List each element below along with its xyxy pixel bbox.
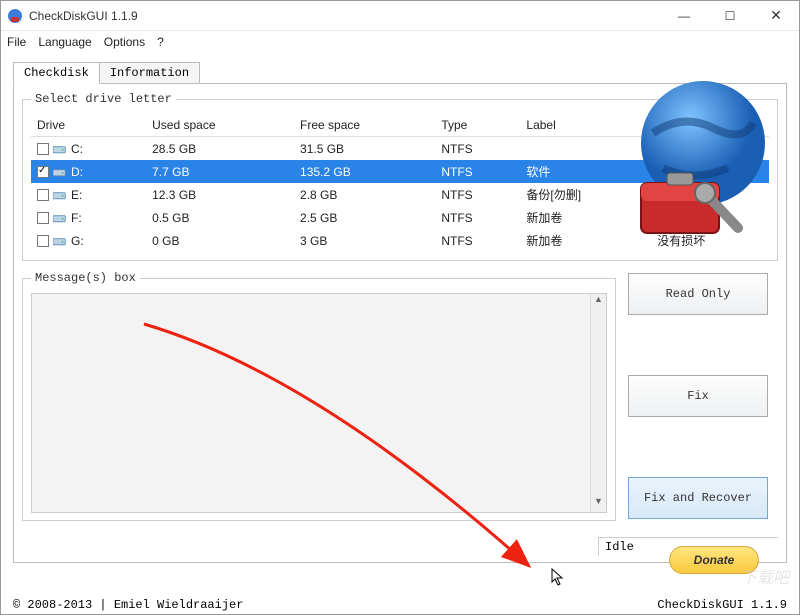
window-controls: — ☐ ✕: [661, 1, 799, 30]
titlebar: CheckDiskGUI 1.1.9 — ☐ ✕: [1, 1, 799, 31]
tab-information[interactable]: Information: [100, 62, 200, 84]
cell-used: 0 GB: [146, 229, 294, 252]
cursor-icon: [551, 568, 565, 588]
cell-type: NTFS: [435, 137, 520, 161]
footer-right: CheckDiskGUI 1.1.9: [657, 598, 787, 612]
menu-language[interactable]: Language: [38, 35, 91, 49]
message-scrollbar[interactable]: ▲ ▼: [590, 294, 606, 512]
app-icon: [7, 8, 23, 24]
tab-checkdisk[interactable]: Checkdisk: [13, 62, 100, 84]
close-button[interactable]: ✕: [753, 1, 799, 30]
footer-left: © 2008-2013 | Emiel Wieldraaijer: [13, 598, 243, 612]
drive-letter: C:: [71, 142, 83, 156]
cell-free: 2.8 GB: [294, 183, 435, 206]
menu-help[interactable]: ?: [157, 35, 164, 49]
fix-and-recover-button[interactable]: Fix and Recover: [628, 477, 768, 519]
disk-icon: [53, 167, 67, 177]
drive-letter: F:: [71, 211, 82, 225]
scroll-down-icon[interactable]: ▼: [591, 496, 606, 512]
column-header[interactable]: Type: [435, 114, 520, 137]
footer: © 2008-2013 | Emiel Wieldraaijer CheckDi…: [13, 598, 787, 612]
cell-used: 12.3 GB: [146, 183, 294, 206]
drive-checkbox[interactable]: [37, 166, 49, 178]
minimize-button[interactable]: —: [661, 1, 707, 30]
cell-free: 3 GB: [294, 229, 435, 252]
cell-free: 31.5 GB: [294, 137, 435, 161]
drive-checkbox[interactable]: [37, 235, 49, 247]
cell-used: 0.5 GB: [146, 206, 294, 229]
disk-icon: [53, 236, 67, 246]
disk-icon: [53, 144, 67, 154]
cell-used: 28.5 GB: [146, 137, 294, 161]
window-title: CheckDiskGUI 1.1.9: [29, 9, 661, 23]
watermark: 下载吧: [741, 564, 789, 588]
cell-free: 2.5 GB: [294, 206, 435, 229]
cell-used: 7.7 GB: [146, 160, 294, 183]
message-box: ▲ ▼: [31, 293, 607, 513]
cell-type: NTFS: [435, 229, 520, 252]
message-group-legend: Message(s) box: [31, 271, 140, 285]
read-only-button[interactable]: Read Only: [628, 273, 768, 315]
cell-type: NTFS: [435, 160, 520, 183]
cell-free: 135.2 GB: [294, 160, 435, 183]
column-header[interactable]: Drive: [31, 114, 146, 137]
column-header[interactable]: Free space: [294, 114, 435, 137]
drive-checkbox[interactable]: [37, 189, 49, 201]
disk-icon: [53, 213, 67, 223]
column-header[interactable]: Used space: [146, 114, 294, 137]
menu-options[interactable]: Options: [104, 35, 145, 49]
message-group: Message(s) box ▲ ▼: [22, 271, 616, 521]
drive-checkbox[interactable]: [37, 212, 49, 224]
scroll-up-icon[interactable]: ▲: [591, 294, 606, 310]
disk-icon: [53, 190, 67, 200]
menubar: File Language Options ?: [1, 31, 799, 53]
cell-type: NTFS: [435, 183, 520, 206]
maximize-button[interactable]: ☐: [707, 1, 753, 30]
cell-type: NTFS: [435, 206, 520, 229]
menu-file[interactable]: File: [7, 35, 26, 49]
app-graphic-icon: [623, 73, 773, 246]
drive-checkbox[interactable]: [37, 143, 49, 155]
fix-button[interactable]: Fix: [628, 375, 768, 417]
status-bar: Idle: [22, 537, 778, 556]
drive-letter: E:: [71, 188, 82, 202]
drive-letter: D:: [71, 165, 83, 179]
drive-group-legend: Select drive letter: [31, 92, 176, 106]
drive-letter: G:: [71, 234, 84, 248]
